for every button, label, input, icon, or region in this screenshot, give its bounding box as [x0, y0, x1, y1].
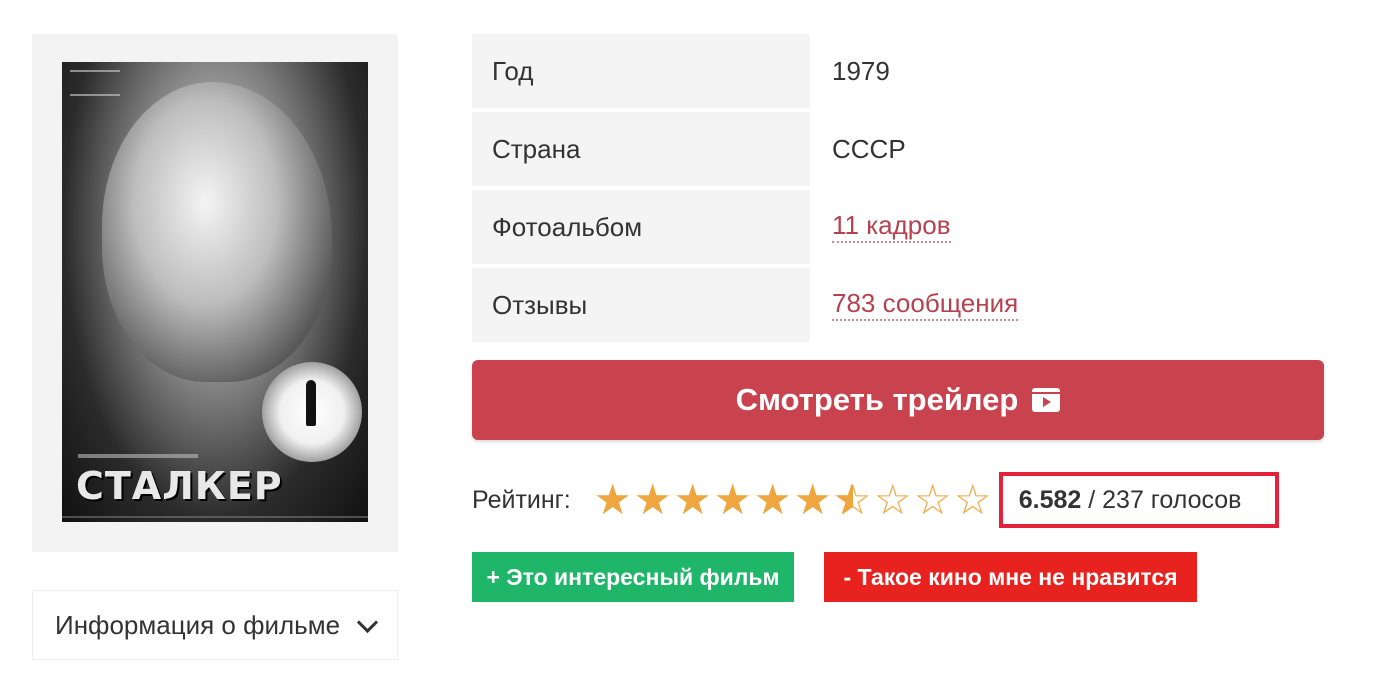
movie-info-dropdown-label: Информация о фильме: [55, 609, 341, 640]
star-empty-icon[interactable]: ☆: [913, 479, 953, 521]
details-value-year: 1979: [832, 55, 890, 86]
star-full-icon[interactable]: ★: [713, 479, 753, 521]
like-movie-button[interactable]: + Это интересный фильм: [472, 552, 794, 602]
watch-trailer-label: Смотреть трейлер: [735, 382, 1019, 417]
poster-credits: [70, 70, 120, 96]
chevron-down-icon: [356, 611, 379, 633]
star-full-icon[interactable]: ★: [793, 479, 833, 521]
watch-trailer-button[interactable]: Смотреть трейлер: [472, 360, 1324, 440]
star-full-icon[interactable]: ★: [633, 479, 673, 521]
star-full-icon[interactable]: ★: [593, 479, 633, 521]
details-row-country: Страна СССР: [472, 112, 1332, 186]
rating-stars: ★ ★ ★ ★ ★ ★ ☆ ★ ☆ ☆ ☆: [593, 479, 993, 521]
star-empty-icon[interactable]: ☆: [953, 479, 993, 521]
movie-info-dropdown[interactable]: Информация о фильме: [32, 590, 398, 660]
poster-figure-silhouette: [306, 380, 316, 426]
movie-page: СТАЛКЕР Информация о фильме Год 1979 Стр…: [0, 0, 1400, 689]
details-value-country: СССР: [832, 133, 906, 164]
details-key: Фотоальбом: [472, 190, 810, 264]
star-full-icon[interactable]: ★: [753, 479, 793, 521]
details-key: Год: [472, 34, 810, 108]
details-key: Страна: [472, 112, 810, 186]
star-empty-icon[interactable]: ☆: [873, 479, 913, 521]
dislike-movie-button[interactable]: - Такое кино мне не нравится: [824, 552, 1197, 602]
star-full-icon[interactable]: ★: [673, 479, 713, 521]
details-row-reviews: Отзывы 783 сообщения: [472, 268, 1332, 342]
rating-separator: /: [1081, 485, 1103, 514]
reviews-link[interactable]: 783 сообщения: [832, 288, 1019, 321]
rating-summary-box: 6.582 / 237 голосов: [998, 472, 1280, 528]
photoalbum-link[interactable]: 11 кадров: [832, 210, 951, 243]
details-key: Отзывы: [472, 268, 810, 342]
play-video-icon: [1032, 388, 1061, 412]
rating-score: 6.582: [1018, 485, 1082, 514]
details-row-photoalbum: Фотоальбом 11 кадров: [472, 190, 1332, 264]
movie-details-table: Год 1979 Страна СССР Фотоальбом 11 кадро…: [472, 34, 1332, 346]
details-value-reviews: 783 сообщения: [810, 268, 1332, 342]
poster-face-image: [102, 82, 332, 382]
star-half-icon[interactable]: ☆ ★: [833, 479, 873, 521]
rating-votes: 237 голосов: [1102, 485, 1242, 514]
poster-footline: [62, 516, 368, 518]
poster-title: СТАЛКЕР: [76, 464, 283, 508]
movie-poster[interactable]: СТАЛКЕР: [62, 62, 368, 522]
poster-tagline: [78, 454, 198, 458]
rating-widget: Рейтинг: ★ ★ ★ ★ ★ ★ ☆ ★ ☆ ☆ ☆ 6.582 / 237 голосов: [472, 468, 1280, 532]
details-value-photoalbum: 11 кадров: [810, 190, 1332, 264]
details-row-year: Год 1979: [472, 34, 1332, 108]
rating-label: Рейтинг:: [472, 485, 571, 514]
